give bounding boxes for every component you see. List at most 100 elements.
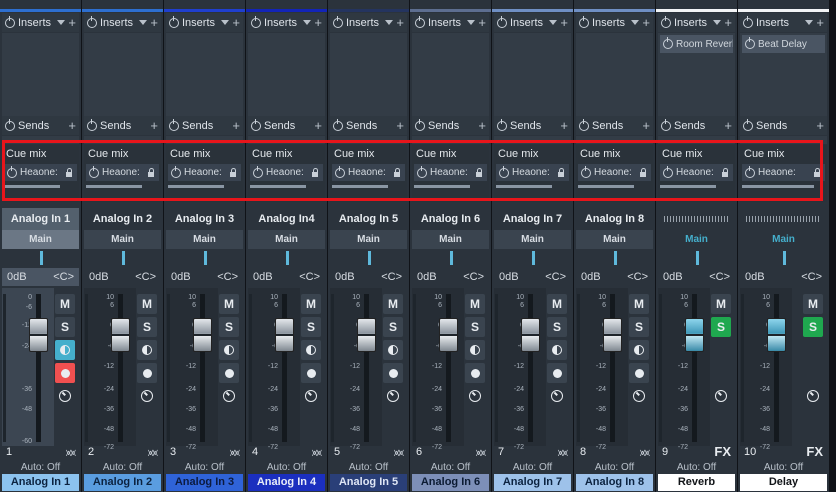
waveform-icon[interactable]: ⩙⩙ [312,448,322,459]
power-icon[interactable] [663,37,673,49]
power-icon[interactable] [7,165,17,178]
power-icon[interactable] [251,118,261,131]
channel-name[interactable]: Analog In 1 [2,208,79,230]
solo-button[interactable]: S [629,317,649,337]
output-bus[interactable]: Main [576,230,653,249]
inserts-area[interactable] [84,33,161,116]
pan-control[interactable]: 0dB <C> [412,268,489,286]
fader-track[interactable] [282,294,287,442]
lock-icon[interactable] [814,167,820,177]
waveform-icon[interactable]: ⩙⩙ [66,448,76,459]
output-bus[interactable]: Main [166,230,243,249]
fader-track[interactable] [528,294,533,442]
input-gain-button[interactable] [803,386,823,406]
sends-area[interactable] [740,136,827,144]
dropdown-icon[interactable] [805,20,814,25]
add-icon[interactable]: + [232,16,240,29]
automation-mode[interactable]: Auto: Off [740,462,827,473]
pan-control[interactable]: 0dB <C> [2,268,79,286]
cue-mix-send[interactable]: Heaone: [168,164,241,181]
solo-button[interactable]: S [547,317,567,337]
solo-button[interactable]: S [301,317,321,337]
automation-mode[interactable]: Auto: Off [84,462,161,473]
power-icon[interactable] [745,37,755,49]
channel-footer-name[interactable]: Analog In 3 [166,474,243,491]
lock-icon[interactable] [476,167,482,177]
automation-mode[interactable]: Auto: Off [576,462,653,473]
solo-button[interactable]: S [383,317,403,337]
cue-mix-level-bar[interactable] [660,185,717,188]
channel-name[interactable] [740,208,827,230]
sends-header[interactable]: Sends + [166,116,243,135]
waveform-icon[interactable]: ⩙⩙ [476,448,486,459]
sends-area[interactable] [412,136,489,144]
cue-mix-level-bar[interactable] [4,185,61,188]
power-icon[interactable] [253,165,263,178]
record-arm-button[interactable] [137,363,157,383]
cue-mix-level-bar[interactable] [250,185,307,188]
power-icon[interactable] [335,165,345,178]
power-icon[interactable] [169,118,179,131]
fader-handle[interactable] [111,318,130,352]
fader-track[interactable] [774,294,779,442]
channel-footer-name[interactable]: Analog In 8 [576,474,653,491]
channel-footer-name[interactable]: Analog In 1 [2,474,79,491]
cue-mix-level-bar[interactable] [332,185,389,188]
sends-header[interactable]: Sends + [658,116,735,135]
sends-header[interactable]: Sends + [2,116,79,135]
channel-name[interactable]: Analog In 6 [412,208,489,230]
cue-mix-level-bar[interactable] [578,185,635,188]
monitor-button[interactable] [629,340,649,360]
solo-button[interactable]: S [711,317,731,337]
input-gain-button[interactable] [465,386,485,406]
power-icon[interactable] [497,15,507,28]
cue-mix-level-bar[interactable] [86,185,143,188]
power-icon[interactable] [663,165,673,178]
cue-mix-send[interactable]: Heaone: [742,164,825,181]
add-icon[interactable]: + [232,119,240,132]
mute-button[interactable]: M [55,294,75,314]
dropdown-icon[interactable] [385,20,394,25]
cue-mix-level-bar[interactable] [742,185,815,188]
input-gain-button[interactable] [383,386,403,406]
add-icon[interactable]: + [642,119,650,132]
automation-mode[interactable]: Auto: Off [330,462,407,473]
add-icon[interactable]: + [150,16,158,29]
inserts-area[interactable] [248,33,325,116]
input-gain-button[interactable] [547,386,567,406]
output-bus[interactable]: Main [84,230,161,249]
fader-track[interactable] [364,294,369,442]
power-icon[interactable] [251,15,261,28]
fader-track[interactable] [610,294,615,442]
add-icon[interactable]: + [724,119,732,132]
fader-handle[interactable] [193,318,212,352]
inserts-area[interactable] [2,33,79,116]
add-icon[interactable]: + [560,16,568,29]
drag-grip[interactable] [746,216,821,222]
channel-name[interactable]: Analog In 8 [576,208,653,230]
lock-icon[interactable] [312,167,318,177]
cue-mix-send[interactable]: Heaone: [578,164,651,181]
channel-name[interactable]: Analog In 2 [84,208,161,230]
channel-footer-name[interactable]: Analog In 4 [248,474,325,491]
drag-grip[interactable] [664,216,729,222]
fader-handle[interactable] [685,318,704,352]
mute-button[interactable]: M [629,294,649,314]
channel-name[interactable]: Analog In 7 [494,208,571,230]
mute-button[interactable]: M [465,294,485,314]
power-icon[interactable] [579,118,589,131]
inserts-header[interactable]: Inserts + [84,13,161,32]
output-bus[interactable]: Main [494,230,571,249]
fader-handle[interactable] [29,318,48,352]
automation-mode[interactable]: Auto: Off [2,462,79,473]
lock-icon[interactable] [558,167,564,177]
mute-button[interactable]: M [383,294,403,314]
lock-icon[interactable] [66,167,72,177]
insert-slot[interactable]: Room Reverb [660,35,733,53]
waveform-icon[interactable]: ⩙⩙ [148,448,158,459]
add-icon[interactable]: + [314,119,322,132]
solo-button[interactable]: S [465,317,485,337]
sends-area[interactable] [166,136,243,144]
input-gain-button[interactable] [629,386,649,406]
power-icon[interactable] [87,15,97,28]
